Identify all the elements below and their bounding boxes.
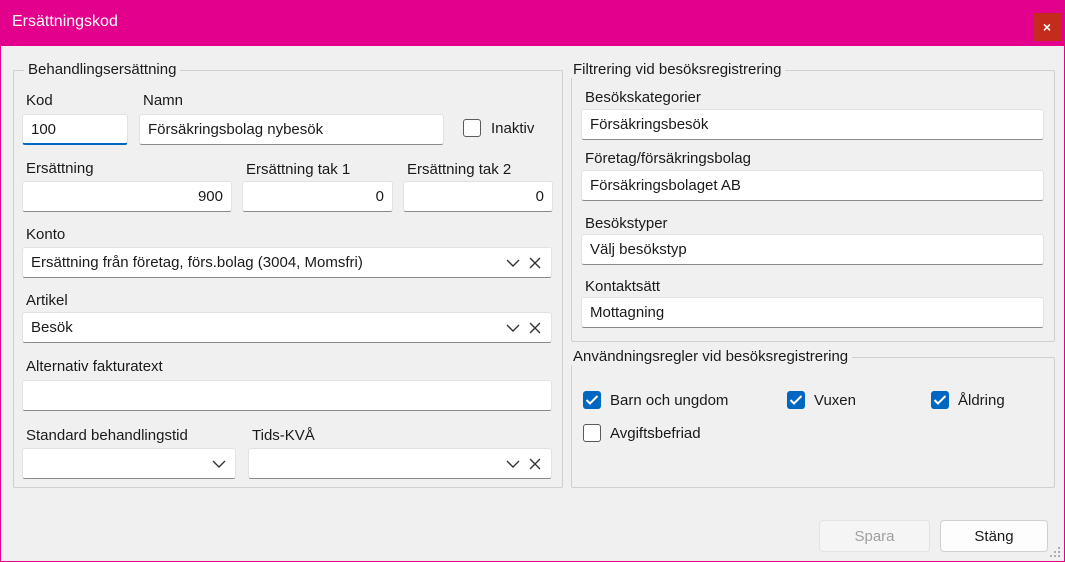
ersattning-input[interactable]: 900: [22, 181, 232, 212]
aldring-label: Åldring: [958, 392, 1005, 409]
tids-kva-combobox[interactable]: [248, 448, 552, 479]
dialog-window: Ersättningskod × Behandlingsersättning K…: [0, 0, 1065, 562]
avgiftsbefriad-checkbox[interactable]: [583, 424, 601, 442]
tak1-label: Ersättning tak 1: [246, 161, 351, 178]
ersattning-label: Ersättning: [26, 160, 94, 177]
besokstyper-label: Besökstyper: [585, 215, 668, 232]
title-bar[interactable]: Ersättningskod ×: [1, 1, 1064, 46]
clear-icon[interactable]: [527, 255, 543, 271]
standard-behandlingstid-select[interactable]: [22, 448, 236, 479]
kontaktsatt-label: Kontaktsätt: [585, 278, 661, 295]
group-anvandningsregler: Användningsregler vid besöksregistrering: [569, 348, 1055, 488]
artikel-value: Besök: [31, 319, 73, 336]
ersattning-value: 900: [197, 188, 223, 205]
foretag-value: Försäkringsbolaget AB: [590, 177, 741, 194]
chevron-down-icon[interactable]: [505, 456, 521, 472]
inaktiv-label: Inaktiv: [491, 120, 535, 137]
kontaktsatt-value: Mottagning: [590, 304, 665, 321]
namn-label: Namn: [143, 92, 184, 109]
foretag-input[interactable]: Försäkringsbolaget AB: [581, 170, 1044, 201]
aldring-checkbox[interactable]: [931, 391, 949, 409]
besokstyper-input[interactable]: Välj besökstyp: [581, 234, 1044, 265]
namn-value: Försäkringsbolag nybesök: [148, 121, 324, 138]
inaktiv-checkbox[interactable]: [463, 119, 481, 137]
window-title: Ersättningskod: [12, 13, 118, 30]
vuxen-checkbox[interactable]: [787, 391, 805, 409]
barn-checkbox[interactable]: [583, 391, 601, 409]
tak2-value: 0: [535, 188, 544, 205]
tids-kva-label: Tids-KVÅ: [252, 427, 315, 444]
artikel-combobox[interactable]: Besök: [22, 312, 552, 343]
alt-fakturatext-label: Alternativ fakturatext: [26, 358, 163, 375]
checkmark-icon: [933, 395, 947, 405]
namn-input[interactable]: Försäkringsbolag nybesök: [139, 114, 444, 145]
tak2-input[interactable]: 0: [403, 181, 553, 212]
kod-input[interactable]: 100: [22, 114, 128, 145]
chevron-down-icon[interactable]: [505, 255, 521, 271]
konto-combobox[interactable]: Ersättning från företag, förs.bolag (300…: [22, 247, 552, 278]
clear-icon[interactable]: [527, 456, 543, 472]
tak2-label: Ersättning tak 2: [407, 161, 512, 178]
konto-value: Ersättning från företag, förs.bolag (300…: [31, 254, 363, 271]
kod-label: Kod: [26, 92, 53, 109]
chevron-down-icon[interactable]: [211, 456, 227, 472]
konto-label: Konto: [26, 226, 66, 243]
vuxen-label: Vuxen: [814, 392, 856, 409]
close-icon: ×: [1042, 19, 1052, 35]
resize-grip-icon[interactable]: [1049, 546, 1061, 558]
spara-button[interactable]: Spara: [819, 520, 930, 552]
kod-value: 100: [31, 120, 57, 138]
tak1-value: 0: [375, 188, 384, 205]
group-legend: Behandlingsersättning: [24, 61, 181, 78]
clear-icon[interactable]: [527, 320, 543, 336]
foretag-label: Företag/försäkringsbolag: [585, 150, 751, 167]
besokskategorier-input[interactable]: Försäkringsbesök: [581, 109, 1044, 140]
group-legend: Användningsregler vid besöksregistrering: [569, 348, 853, 365]
barn-label: Barn och ungdom: [610, 392, 729, 409]
stang-button[interactable]: Stäng: [940, 520, 1048, 552]
chevron-down-icon[interactable]: [505, 320, 521, 336]
standard-behandlingstid-label: Standard behandlingstid: [26, 427, 188, 444]
besokstyper-value: Välj besökstyp: [590, 241, 687, 258]
tak1-input[interactable]: 0: [242, 181, 393, 212]
group-legend: Filtrering vid besöksregistrering: [569, 61, 786, 78]
avgiftsbefriad-label: Avgiftsbefriad: [610, 425, 701, 442]
besokskategorier-value: Försäkringsbesök: [590, 116, 709, 133]
close-button[interactable]: ×: [1033, 13, 1061, 41]
checkmark-icon: [789, 395, 803, 405]
artikel-label: Artikel: [26, 292, 68, 309]
kontaktsatt-input[interactable]: Mottagning: [581, 297, 1044, 328]
besokskategorier-label: Besökskategorier: [585, 89, 701, 106]
checkmark-icon: [585, 395, 599, 405]
alt-fakturatext-input[interactable]: [22, 380, 552, 411]
